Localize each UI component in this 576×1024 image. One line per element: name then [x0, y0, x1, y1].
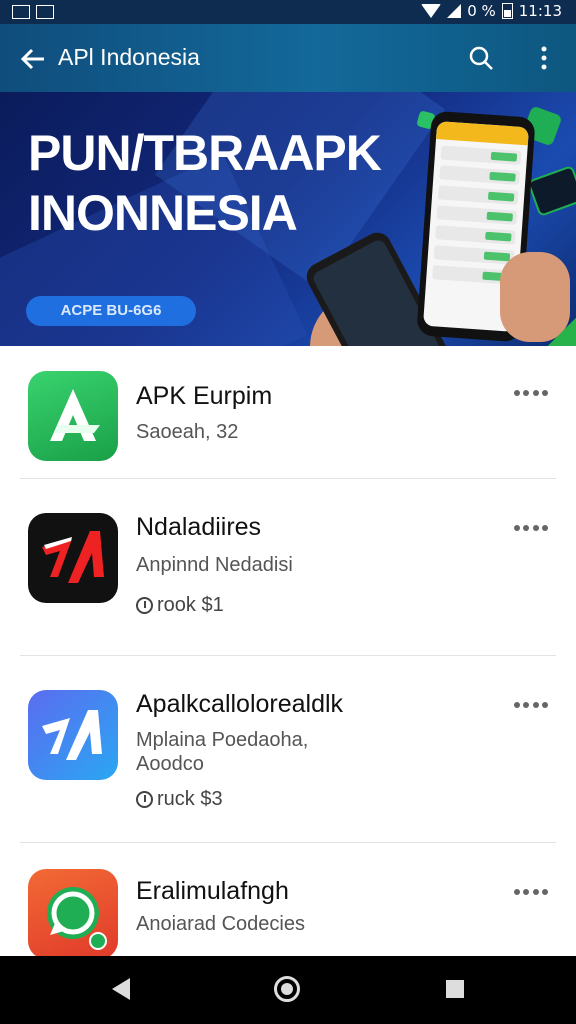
app-meta: rook $1 [136, 594, 224, 617]
app-name: Apalkcallolorealdlk [136, 690, 344, 718]
nav-home-icon[interactable] [274, 976, 300, 1002]
promo-banner[interactable]: PUN/TBRAAPK INONNESIA ACPE BU-6G6 [0, 92, 576, 346]
banner-headline-line1: PUN/TBRAAPK [28, 125, 382, 181]
status-right: 0 % 11:13 [421, 2, 562, 20]
clock-time: 11:13 [518, 2, 562, 20]
floating-card-graphic [526, 164, 576, 218]
app-meta-text: ruck $3 [157, 788, 223, 810]
app-name: APK Eurpim [136, 382, 273, 410]
status-left-icons [12, 5, 54, 19]
battery-icon [501, 3, 513, 19]
clock-icon [136, 791, 153, 808]
battery-percent: 0 % [467, 2, 496, 20]
app-subtitle: Saoeah, 32 [136, 421, 239, 443]
app-name: Eralimulafngh [136, 877, 289, 905]
list-item[interactable]: Apalkcallolorealdlk Mplaina Poedaoha, Ao… [0, 656, 576, 842]
list-item[interactable]: APK Eurpim Saoeah, 32 [0, 346, 576, 478]
list-item[interactable]: Eralimulafngh Anoiarad Codecies [0, 843, 576, 956]
overflow-menu-icon[interactable] [514, 702, 548, 710]
banner-headline-line2: INONNESIA [28, 185, 298, 241]
signal-icon [447, 4, 462, 18]
overflow-menu-icon[interactable] [514, 889, 548, 897]
more-vert-icon[interactable] [536, 45, 552, 71]
app-list: APK Eurpim Saoeah, 32 Ndaladiires Anpinn… [0, 346, 576, 956]
app-subtitle: Mplaina Poedaoha, Aoodco [136, 729, 309, 775]
banner-pill-button[interactable]: ACPE BU-6G6 [26, 296, 196, 326]
app-icon-green-a [28, 371, 118, 461]
app-meta: ruck $3 [136, 788, 223, 811]
search-icon[interactable] [468, 45, 494, 71]
screen-record-icon [36, 5, 54, 19]
overflow-menu-icon[interactable] [514, 525, 548, 533]
app-icon-red-logo [28, 513, 118, 603]
app-icon-blue-logo [28, 690, 118, 780]
list-item[interactable]: Ndaladiires Anpinnd Nedadisi rook $1 [0, 479, 576, 655]
app-name: Ndaladiires [136, 513, 262, 541]
app-subtitle: Anpinnd Nedadisi [136, 554, 293, 576]
clock-icon [136, 597, 153, 614]
app-icon-orange-whatsapp [28, 869, 118, 956]
wifi-icon [421, 4, 442, 18]
app-bar: APl Indonesia [0, 24, 576, 92]
back-arrow-icon[interactable] [18, 44, 48, 74]
app-subtitle: Anoiarad Codecies [136, 913, 305, 935]
nav-recents-icon[interactable] [446, 980, 464, 998]
nav-back-icon[interactable] [112, 978, 130, 1000]
hand-graphic [500, 252, 570, 342]
screenshot-icon [12, 5, 30, 19]
status-bar: 0 % 11:13 [0, 0, 576, 24]
system-nav-bar [0, 956, 576, 1024]
overflow-menu-icon[interactable] [514, 390, 548, 398]
page-title: APl Indonesia [58, 44, 200, 70]
app-meta-text: rook $1 [157, 594, 224, 616]
